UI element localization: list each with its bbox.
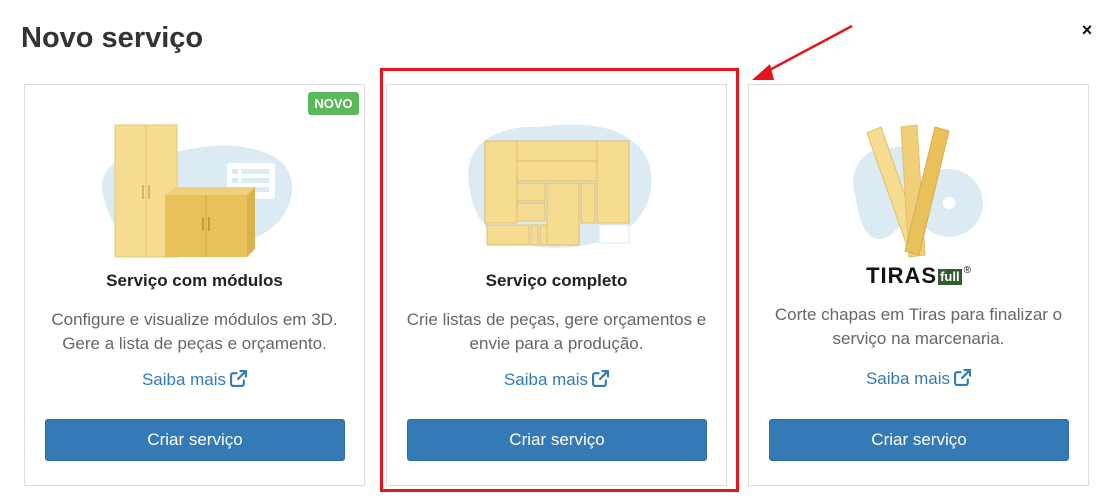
card-title: Serviço com módulos xyxy=(106,271,283,290)
service-card-modules: NOVO Serviço com módulos Configure e vis… xyxy=(24,84,365,486)
learn-more-label: Saiba mais xyxy=(865,369,951,388)
create-service-button[interactable]: Criar serviço xyxy=(769,419,1069,461)
learn-more-label: Saiba mais xyxy=(141,370,227,389)
modal-title: Novo serviço xyxy=(21,22,204,54)
saw-illustration xyxy=(853,124,983,258)
tiras-logo-suffix: full xyxy=(938,269,962,285)
tiras-logo-text: TIRAS xyxy=(866,263,938,288)
card-description: Configure e visualize módulos em 3D. Ger… xyxy=(51,310,338,353)
close-icon[interactable]: × xyxy=(1078,20,1096,40)
arrow-annotation xyxy=(752,24,853,80)
learn-more-link[interactable]: Saiba mais xyxy=(749,369,1088,389)
highlight-box xyxy=(380,68,739,492)
new-badge: NOVO xyxy=(308,92,359,115)
learn-more-link[interactable]: Saiba mais xyxy=(25,370,364,390)
card-description: Corte chapas em Tiras para finalizar o s… xyxy=(774,305,1063,348)
create-service-button[interactable]: Criar serviço xyxy=(45,419,345,461)
external-link-icon xyxy=(954,369,972,386)
tiras-logo-registered: ® xyxy=(963,265,971,276)
tiras-logo: TIRAS full ® xyxy=(749,263,1088,289)
service-card-tiras: TIRAS full ® Corte chapas em Tiras para fi… xyxy=(748,84,1089,486)
external-link-icon xyxy=(230,370,248,387)
